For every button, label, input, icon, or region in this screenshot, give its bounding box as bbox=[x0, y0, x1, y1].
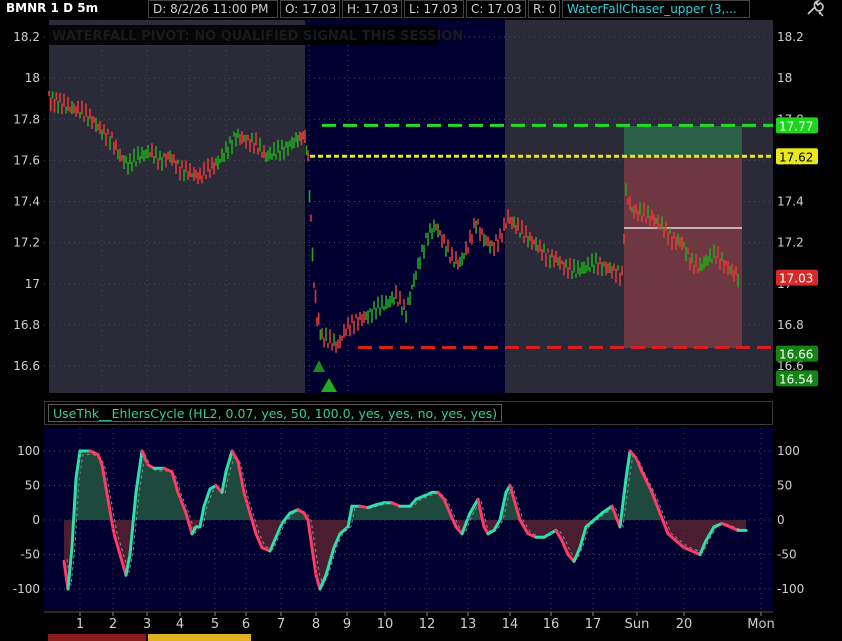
active-session-shade bbox=[305, 20, 505, 393]
x-axis-label: 12 bbox=[419, 617, 436, 632]
price-axis-label: 17.4 bbox=[13, 195, 40, 209]
x-axis-label: 13 bbox=[460, 617, 477, 632]
oscillator-area bbox=[384, 502, 392, 520]
oscillator-axis-label: 100 bbox=[777, 444, 800, 458]
status-message: WATERFALL PIVOT: NO QUALIFIED SIGNAL THI… bbox=[52, 29, 463, 44]
oscillator-axis-right: 100 50 0 -50 -100 bbox=[777, 444, 804, 596]
oscillator-area bbox=[164, 468, 172, 520]
price-axis-label: 16.6 bbox=[13, 359, 40, 373]
oscillator-area bbox=[148, 464, 154, 520]
x-axis-label: 5 bbox=[211, 617, 219, 632]
oscillator-axis-label: 50 bbox=[25, 479, 40, 493]
price-panel[interactable]: WATERFALL PIVOT: NO QUALIFIED SIGNAL THI… bbox=[44, 20, 773, 393]
price-axis-label: 17.2 bbox=[13, 236, 40, 250]
oscillator-axis-label: 100 bbox=[17, 444, 40, 458]
oscillator-panel[interactable]: 100 50 0 -50 -100 100 50 0 -50 -100 bbox=[13, 428, 804, 610]
x-axis-label: 14 bbox=[502, 617, 519, 632]
x-axis-label: 17 bbox=[585, 617, 602, 632]
x-axis-label: 10 bbox=[377, 617, 394, 632]
oscillator-axis-label: 0 bbox=[777, 513, 785, 527]
price-axis-label: 18 bbox=[25, 71, 40, 85]
price-axis-right: 18.21817.817.617.417.21716.816.6 bbox=[777, 30, 804, 373]
price-axis-left: 18.2 18 17.8 17.6 17.4 17.2 17 16.8 16.6 bbox=[13, 30, 40, 373]
price-tag-label: 16.54 bbox=[779, 372, 813, 386]
price-tags: 17.77 17.62 17.03 16.66 16.54 bbox=[776, 117, 818, 387]
price-tag-label: 17.62 bbox=[779, 150, 813, 164]
x-axis-label: 1 bbox=[76, 617, 84, 632]
oscillator-axis-label: -50 bbox=[777, 548, 797, 562]
x-axis-label: 7 bbox=[277, 617, 285, 632]
oscillator-axis-left: 100 50 0 -50 -100 bbox=[13, 444, 40, 596]
oscillator-area bbox=[154, 468, 164, 520]
x-axis-label: Sun bbox=[625, 617, 650, 632]
oscillator-area bbox=[432, 492, 438, 520]
price-axis-label: 18.2 bbox=[777, 30, 804, 44]
price-tag-label: 17.77 bbox=[779, 119, 813, 133]
risk-zone bbox=[624, 157, 742, 348]
price-axis-label: 16.8 bbox=[13, 318, 40, 332]
oscillator-area bbox=[692, 520, 700, 555]
x-axis-label: 6 bbox=[242, 617, 250, 632]
x-axis-label: Mon bbox=[747, 617, 774, 632]
oscillator-area bbox=[536, 520, 544, 538]
oscillator-axis-label: 50 bbox=[777, 479, 792, 493]
oscillator-area bbox=[400, 506, 410, 520]
price-axis-label: 17.8 bbox=[13, 112, 40, 126]
oscillator-axis-label: -100 bbox=[13, 582, 40, 596]
price-axis-label: 18 bbox=[777, 71, 792, 85]
price-tag-label: 16.66 bbox=[779, 348, 813, 362]
price-axis-label: 17.6 bbox=[13, 153, 40, 167]
price-axis-label: 18.2 bbox=[13, 30, 40, 44]
oscillator-area bbox=[684, 520, 692, 552]
price-tag-label: 17.03 bbox=[779, 272, 813, 286]
x-axis-label: 9 bbox=[343, 617, 351, 632]
target-zone bbox=[624, 126, 742, 157]
price-axis-label: 16.8 bbox=[777, 318, 804, 332]
oscillator-area bbox=[352, 506, 360, 520]
x-axis-label: 20 bbox=[676, 617, 693, 632]
oscillator-area bbox=[630, 451, 636, 520]
oscillator-axis-label: -50 bbox=[20, 548, 40, 562]
x-axis-label: 4 bbox=[176, 617, 184, 632]
price-axis-label: 17 bbox=[25, 277, 40, 291]
oscillator-area bbox=[90, 451, 98, 520]
oscillator-axis-label: 0 bbox=[32, 513, 40, 527]
oscillator-study-title[interactable]: UseThk__EhlersCycle (HL2, 0.07, yes, 50,… bbox=[48, 404, 503, 422]
price-axis-label: 17.2 bbox=[777, 236, 804, 250]
oscillator-axis-label: -100 bbox=[777, 582, 804, 596]
chart-canvas[interactable]: WATERFALL PIVOT: NO QUALIFIED SIGNAL THI… bbox=[0, 0, 842, 641]
price-axis-label: 17.4 bbox=[777, 195, 804, 209]
x-axis-label: 2 bbox=[109, 617, 117, 632]
session-color-strip bbox=[48, 634, 251, 641]
x-axis-label: 16 bbox=[543, 617, 560, 632]
prior-session-shade bbox=[49, 20, 305, 393]
x-axis-label: 8 bbox=[312, 617, 320, 632]
x-axis-label: 3 bbox=[143, 617, 151, 632]
